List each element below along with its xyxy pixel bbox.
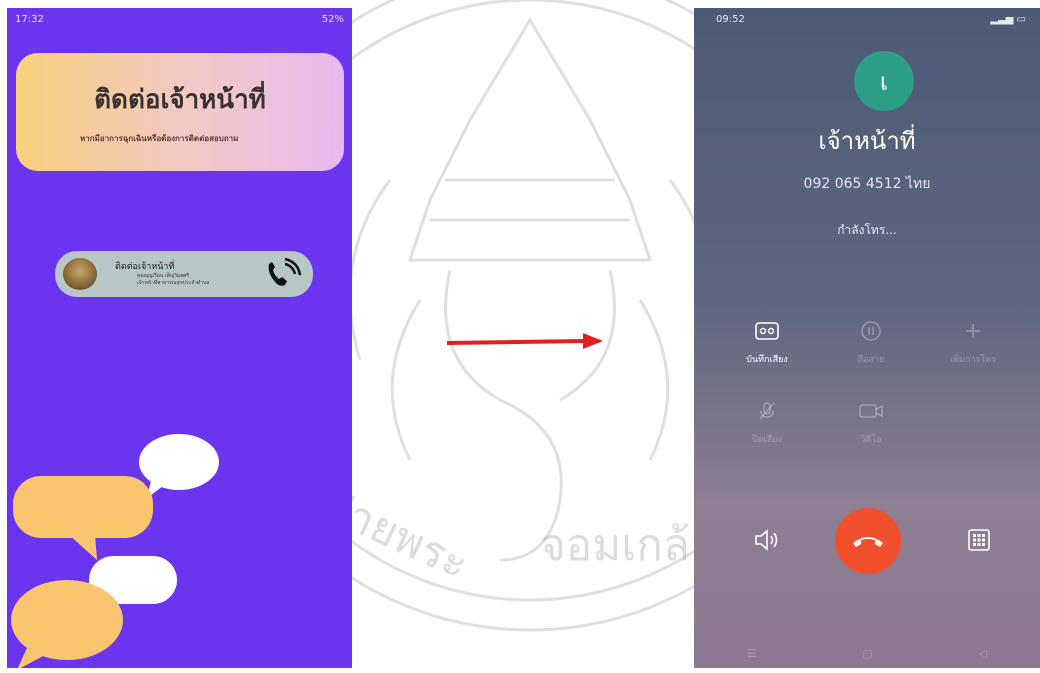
chat-bubbles-illustration	[11, 434, 219, 668]
system-nav-bar: ☰ ▢ ◁	[694, 638, 1040, 668]
contact-name: ติดต่อเจ้าหน้าที่	[115, 262, 175, 272]
page-subtitle: หากมีอาการฉุกเฉินหรือต้องการติดต่อสอบถาม	[80, 134, 239, 143]
end-call-button[interactable]	[835, 508, 901, 574]
menu-nav-icon[interactable]: ☰	[747, 647, 757, 660]
video-icon	[856, 396, 886, 426]
add-call-label: เพิ่มการโทร	[950, 355, 996, 365]
hang-up-icon	[853, 537, 883, 547]
avatar	[63, 258, 97, 290]
contact-staff-button[interactable]: ติดต่อเจ้าหน้าที่ คุณบุญเรือน เพ็ญวิมลศร…	[55, 251, 313, 297]
keypad-icon	[968, 529, 990, 551]
signal-icon: ▂▃▅ ▭	[990, 13, 1026, 25]
call-status: กำลังโทร...	[837, 223, 897, 237]
app-screen-contact-staff: 17:32 52% ติดต่อเจ้าหน้าที่ หากมีอาการฉุ…	[7, 8, 352, 668]
mute-icon	[752, 396, 782, 426]
hold-icon	[856, 316, 886, 346]
status-time: 17:32	[15, 13, 44, 25]
header-card: ติดต่อเจ้าหน้าที่ หากมีอาการฉุกเฉินหรือต…	[16, 53, 344, 171]
battery-level: 52%	[321, 13, 344, 25]
flow-arrow	[446, 333, 603, 349]
status-bar: 17:32 52%	[7, 8, 352, 30]
video-label: วิดีโอ	[860, 435, 882, 445]
add-call-icon: +	[963, 318, 983, 344]
speaker-icon	[755, 529, 778, 551]
speaker-button[interactable]	[750, 523, 784, 557]
caller-avatar: เ	[854, 51, 914, 111]
home-nav-icon[interactable]: ▢	[863, 647, 873, 660]
page-title: ติดต่อเจ้าหน้าที่	[94, 85, 266, 115]
caller-number: 092 065 4512 ไทย	[803, 176, 931, 192]
video-button[interactable]: วิดีโอ	[836, 396, 906, 446]
add-call-button[interactable]: + เพิ่มการโทร	[938, 316, 1008, 366]
hold-label: ถือสาย	[857, 355, 885, 365]
mute-button[interactable]: ปิดเสียง	[732, 396, 802, 446]
status-bar: 09:52 ▂▃▅ ▭	[694, 8, 1040, 30]
mute-label: ปิดเสียง	[752, 435, 782, 445]
contact-detail-2: เจ้าหน้าที่สาธารณสุขประจำตำบล	[137, 280, 210, 286]
record-icon	[752, 316, 782, 346]
caller-name: เจ้าหน้าที่	[818, 127, 916, 155]
hold-button[interactable]: ถือสาย	[836, 316, 906, 366]
back-nav-icon[interactable]: ◁	[979, 647, 987, 660]
record-button[interactable]: บันทึกเสียง	[732, 316, 802, 366]
status-time: 09:52	[716, 13, 745, 25]
record-label: บันทึกเสียง	[746, 355, 788, 365]
phone-call-screen: 09:52 ▂▃▅ ▭ เ เจ้าหน้าที่ 092 065 4512 ไ…	[694, 8, 1040, 668]
keypad-button[interactable]	[962, 523, 996, 557]
phone-call-icon[interactable]	[263, 258, 303, 290]
